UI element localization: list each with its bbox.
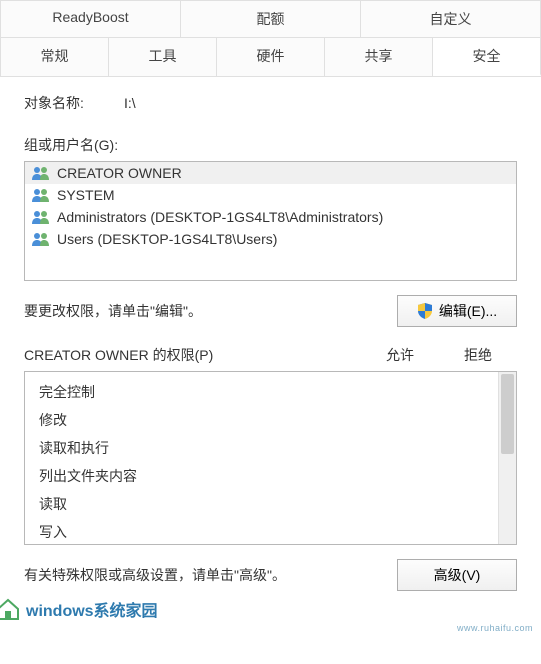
security-panel: 对象名称: I:\ 组或用户名(G): CREATOR OWNER SYSTEM A… <box>0 77 541 601</box>
permissions-header-name: CREATOR OWNER 的权限(P) <box>24 345 361 365</box>
permission-row: 写入 <box>39 518 496 545</box>
users-group-icon <box>31 187 51 203</box>
advanced-button-label: 高级(V) <box>434 565 481 585</box>
tab-常规[interactable]: 常规 <box>0 37 109 76</box>
permission-name: 修改 <box>39 410 496 430</box>
tab-安全[interactable]: 安全 <box>433 37 541 76</box>
permissions-header: CREATOR OWNER 的权限(P) 允许 拒绝 <box>24 345 517 365</box>
users-group-icon <box>31 165 51 181</box>
tab-ReadyBoost[interactable]: ReadyBoost <box>0 0 181 37</box>
permission-row: 完全控制 <box>39 378 496 406</box>
object-name-label: 对象名称: <box>24 93 124 113</box>
edit-hint: 要更改权限，请单击"编辑"。 <box>24 301 202 321</box>
advanced-hint: 有关特殊权限或高级设置，请单击"高级"。 <box>24 565 286 585</box>
object-name-row: 对象名称: I:\ <box>24 93 517 113</box>
permission-row: 读取 <box>39 490 496 518</box>
tab-共享[interactable]: 共享 <box>325 37 433 76</box>
principal-item[interactable]: Administrators (DESKTOP-1GS4LT8\Administ… <box>25 206 516 228</box>
users-group-icon <box>31 209 51 225</box>
principal-name: SYSTEM <box>57 187 115 203</box>
permission-name: 读取 <box>39 494 496 514</box>
users-group-icon <box>31 231 51 247</box>
edit-button[interactable]: 编辑(E)... <box>397 295 517 327</box>
principal-name: Administrators (DESKTOP-1GS4LT8\Administ… <box>57 209 383 225</box>
object-name-value: I:\ <box>124 95 136 111</box>
permission-row: 列出文件夹内容 <box>39 462 496 490</box>
permissions-listbox[interactable]: 完全控制修改读取和执行列出文件夹内容读取写入 <box>24 371 517 545</box>
house-icon <box>0 597 22 621</box>
principal-name: Users (DESKTOP-1GS4LT8\Users) <box>57 231 277 247</box>
tab-row-2: 常规工具硬件共享安全 <box>0 37 541 76</box>
principal-item[interactable]: CREATOR OWNER <box>25 162 516 184</box>
permission-row: 读取和执行 <box>39 434 496 462</box>
edit-button-label: 编辑(E)... <box>439 301 497 321</box>
scrollbar-thumb[interactable] <box>501 374 514 454</box>
tab-row-1: ReadyBoost配额自定义 <box>0 0 541 37</box>
tab-container: ReadyBoost配额自定义 常规工具硬件共享安全 <box>0 0 541 77</box>
tab-配额[interactable]: 配额 <box>181 0 361 37</box>
watermark: windows系统家园 www.ruhaifu.com <box>0 597 535 631</box>
scrollbar[interactable] <box>498 372 516 544</box>
shield-icon <box>417 303 433 319</box>
permission-name: 写入 <box>39 522 496 542</box>
tab-硬件[interactable]: 硬件 <box>217 37 325 76</box>
edit-row: 要更改权限，请单击"编辑"。 编辑(E)... <box>24 295 517 327</box>
tab-工具[interactable]: 工具 <box>109 37 217 76</box>
principal-item[interactable]: SYSTEM <box>25 184 516 206</box>
permissions-header-allow: 允许 <box>361 345 439 365</box>
permissions-header-deny: 拒绝 <box>439 345 517 365</box>
principal-item[interactable]: Users (DESKTOP-1GS4LT8\Users) <box>25 228 516 250</box>
advanced-row: 有关特殊权限或高级设置，请单击"高级"。 高级(V) <box>24 559 517 591</box>
tab-自定义[interactable]: 自定义 <box>361 0 541 37</box>
advanced-button[interactable]: 高级(V) <box>397 559 517 591</box>
watermark-text: windows系统家园 <box>26 597 158 621</box>
groups-label: 组或用户名(G): <box>24 135 517 155</box>
permission-name: 列出文件夹内容 <box>39 466 496 486</box>
permission-name: 完全控制 <box>39 382 496 402</box>
principals-listbox[interactable]: CREATOR OWNER SYSTEM Administrators (DESKT… <box>24 161 517 281</box>
permission-name: 读取和执行 <box>39 438 496 458</box>
permission-row: 修改 <box>39 406 496 434</box>
principal-name: CREATOR OWNER <box>57 165 182 181</box>
watermark-sub: www.ruhaifu.com <box>457 623 533 633</box>
